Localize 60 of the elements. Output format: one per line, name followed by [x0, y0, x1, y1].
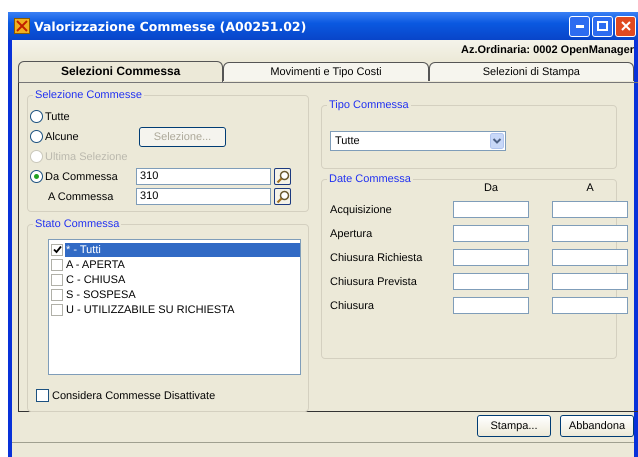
checkbox[interactable]: Considera Commesse Disattivate	[36, 389, 216, 402]
maximize-button[interactable]	[592, 16, 613, 36]
type-dropdown[interactable]: Tutte	[330, 131, 506, 151]
date-label: Acquisizione	[330, 204, 393, 216]
radio-label[interactable]: Tutte	[45, 110, 70, 122]
to-field[interactable]: 310	[136, 188, 271, 205]
radio-button[interactable]	[30, 170, 43, 183]
column-header: Da	[482, 182, 500, 194]
checkbox[interactable]	[51, 258, 63, 270]
chevron-down-icon	[490, 133, 504, 149]
date-field[interactable]	[453, 201, 529, 218]
column-header: A	[585, 182, 595, 194]
date-label: Chiusura Prevista	[330, 276, 418, 288]
date-field[interactable]	[453, 225, 529, 242]
app-icon	[14, 18, 30, 34]
maximize-icon	[597, 21, 608, 31]
group-title: Selezione Commesse	[33, 89, 144, 101]
group-title: Tipo Commessa	[327, 99, 411, 111]
radio-button[interactable]	[30, 130, 43, 143]
list-item[interactable]: * - Tutti	[65, 242, 300, 256]
group-title: Stato Commessa	[33, 218, 122, 230]
date-field[interactable]	[552, 273, 628, 290]
list-item[interactable]: S - SOSPESA	[65, 288, 300, 302]
list-item[interactable]: U - UTILIZZABILE SU RICHIESTA	[65, 302, 300, 316]
tab[interactable]: Movimenti e Tipo Costi	[223, 62, 429, 81]
date-field[interactable]	[453, 249, 529, 266]
date-field[interactable]	[552, 225, 628, 242]
radio-label[interactable]: Da Commessa	[45, 170, 118, 182]
window-title: Valorizzazione Commesse (A00251.02)	[34, 18, 306, 34]
tab[interactable]: Selezioni di Stampa	[428, 62, 634, 81]
field-label: A Commessa	[47, 190, 114, 202]
radio-label[interactable]: Alcune	[45, 130, 79, 142]
date-label: Chiusura Richiesta	[330, 252, 424, 264]
checkbox[interactable]	[51, 304, 63, 316]
lookup-button[interactable]	[274, 188, 291, 205]
tab[interactable]: Selezioni Commessa	[18, 61, 224, 82]
push-button[interactable]: Abbandona	[560, 415, 634, 437]
checkbox[interactable]	[51, 244, 63, 256]
date-field[interactable]	[453, 273, 529, 290]
magnifier-icon	[276, 190, 290, 204]
checkbox[interactable]	[51, 288, 63, 300]
magnifier-icon	[276, 170, 290, 184]
date-label: Apertura	[330, 228, 374, 240]
minimize-icon	[576, 24, 584, 28]
radio-button[interactable]	[30, 110, 43, 123]
close-button[interactable]	[615, 16, 636, 36]
date-field[interactable]	[453, 297, 529, 314]
list-item[interactable]: C - CHIUSA	[65, 272, 300, 286]
push-button[interactable]: Stampa...	[477, 415, 551, 437]
date-field[interactable]	[552, 201, 628, 218]
from-field[interactable]: 310	[136, 168, 271, 185]
date-label: Chiusura	[330, 300, 376, 312]
minimize-button[interactable]	[569, 16, 590, 36]
checkbox[interactable]	[51, 274, 63, 286]
list-item[interactable]: A - APERTA	[65, 258, 300, 272]
date-field[interactable]	[552, 297, 628, 314]
group-title: Date Commessa	[327, 173, 413, 185]
lookup-button[interactable]	[274, 168, 291, 185]
close-icon	[620, 21, 630, 31]
date-field[interactable]	[552, 249, 628, 266]
